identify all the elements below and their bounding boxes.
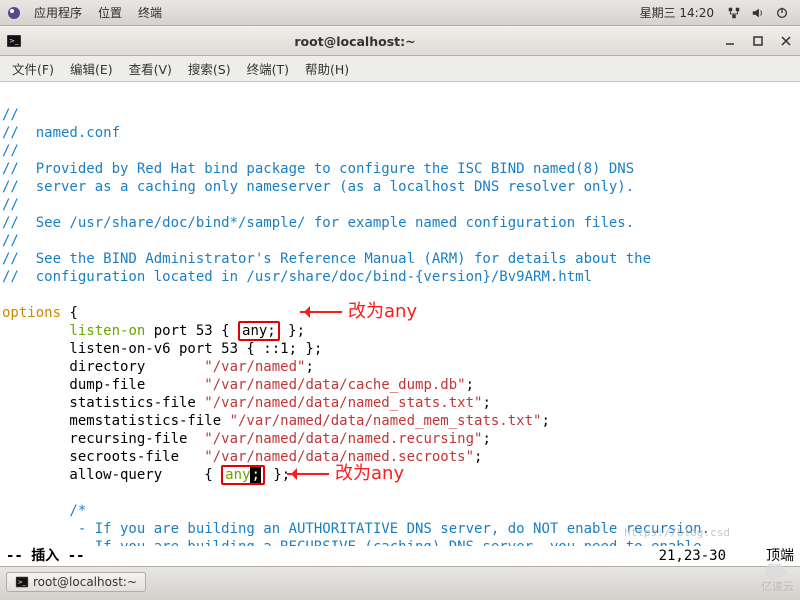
semi: ; <box>466 377 474 393</box>
comment-line: // Provided by Red Hat bind package to c… <box>2 161 634 177</box>
secroots-key: secroots-file <box>2 449 204 465</box>
taskbar-item-label: root@localhost:~ <box>33 575 137 589</box>
comment-line: // <box>2 107 19 123</box>
menu-view[interactable]: 查看(V) <box>121 59 180 78</box>
listen-on-key: listen-on <box>69 323 145 339</box>
listen-on-rest: port 53 { <box>145 323 238 339</box>
svg-text:>_: >_ <box>18 578 27 585</box>
directory-val: "/var/named" <box>204 359 305 375</box>
cursor: ; <box>250 467 260 483</box>
comment-line: // See the BIND Administrator's Referenc… <box>2 251 651 267</box>
gnome-bottom-panel: >_ root@localhost:~ 亿速云 <box>0 566 800 596</box>
annotation-2: 改为any <box>287 465 404 483</box>
statsfile-key: statistics-file <box>2 395 204 411</box>
memstats-val: "/var/named/data/named_mem_stats.txt" <box>230 413 542 429</box>
semi: ; <box>305 359 313 375</box>
taskbar-terminal-item[interactable]: >_ root@localhost:~ <box>6 572 146 592</box>
comment-line: // named.conf <box>2 125 120 141</box>
semi: ; <box>474 449 482 465</box>
listen-on-end: }; <box>280 323 305 339</box>
window-title: root@localhost:~ <box>28 34 722 49</box>
gnome-top-panel: 应用程序 位置 终端 星期三 14:20 <box>0 0 800 26</box>
window-max-button[interactable] <box>750 33 766 49</box>
semi: ; <box>482 395 490 411</box>
menu-edit[interactable]: 编辑(E) <box>62 59 121 78</box>
dumpfile-val: "/var/named/data/cache_dump.db" <box>204 377 465 393</box>
listen-on-v6-line: listen-on-v6 port 53 { ::1; }; <box>2 341 322 357</box>
allowquery-key: allow-query { <box>2 467 221 483</box>
blog-watermark: https://blog.csd <box>624 524 730 542</box>
terminal-icon: >_ <box>15 575 29 589</box>
comment-line: // See /usr/share/doc/bind*/sample/ for … <box>2 215 634 231</box>
recursing-key: recursing-file <box>2 431 204 447</box>
terminal-editor[interactable]: // // named.conf // // Provided by Red H… <box>0 82 800 566</box>
annotation-1: 改为any <box>300 303 417 321</box>
memstats-key: memstatistics-file <box>2 413 230 429</box>
terminal-icon: >_ <box>6 33 22 49</box>
semi: ; <box>541 413 549 429</box>
window-titlebar: >_ root@localhost:~ <box>0 26 800 56</box>
comment-line: // server as a caching only nameserver (… <box>2 179 634 195</box>
menu-search[interactable]: 搜索(S) <box>180 59 239 78</box>
panel-menu-apps[interactable]: 应用程序 <box>26 4 90 21</box>
brand-text: 亿速云 <box>761 580 794 593</box>
vim-mode: -- 插入 -- <box>6 547 85 565</box>
comment-line: // configuration located in /usr/share/d… <box>2 269 592 285</box>
listen-on-any-highlight: any; <box>238 321 280 341</box>
panel-clock[interactable]: 星期三 14:20 <box>640 4 714 21</box>
vim-status-line: -- 插入 -- 21,23-30 顶端 <box>0 546 800 566</box>
menu-help[interactable]: 帮助(H) <box>297 59 357 78</box>
app-menubar: 文件(F) 编辑(E) 查看(V) 搜索(S) 终端(T) 帮助(H) <box>0 56 800 82</box>
vim-cursor-pos: 21,23-30 <box>659 547 726 565</box>
window-close-button[interactable] <box>778 33 794 49</box>
brace: { <box>61 305 78 321</box>
menu-file[interactable]: 文件(F) <box>4 59 62 78</box>
annotation-1-text: 改为any <box>348 303 417 321</box>
comment-line: // <box>2 143 19 159</box>
cloud-icon <box>761 560 794 578</box>
annotation-2-text: 改为any <box>335 465 404 483</box>
svg-text:>_: >_ <box>9 37 19 45</box>
panel-menu-places[interactable]: 位置 <box>90 4 130 21</box>
tail-comment: /* <box>2 503 86 519</box>
menu-terminal[interactable]: 终端(T) <box>239 59 297 78</box>
window-min-button[interactable] <box>722 33 738 49</box>
tail-comment: - If you are building an AUTHORITATIVE D… <box>2 521 710 537</box>
statsfile-val: "/var/named/data/named_stats.txt" <box>204 395 482 411</box>
arrow-icon <box>300 311 342 313</box>
network-icon[interactable] <box>726 5 742 21</box>
comment-line: // <box>2 197 19 213</box>
directory-key: directory <box>2 359 204 375</box>
allowquery-any-highlight: any; <box>221 465 265 485</box>
arrow-icon <box>287 473 329 475</box>
dumpfile-key: dump-file <box>2 377 204 393</box>
recursing-val: "/var/named/data/named.recursing" <box>204 431 482 447</box>
distro-icon <box>6 5 22 21</box>
brand-watermark: 亿速云 <box>761 560 794 594</box>
panel-menu-terminal[interactable]: 终端 <box>130 4 170 21</box>
power-icon[interactable] <box>774 5 790 21</box>
volume-icon[interactable] <box>750 5 766 21</box>
semi: ; <box>482 431 490 447</box>
comment-line: // <box>2 233 19 249</box>
options-keyword: options <box>2 305 61 321</box>
